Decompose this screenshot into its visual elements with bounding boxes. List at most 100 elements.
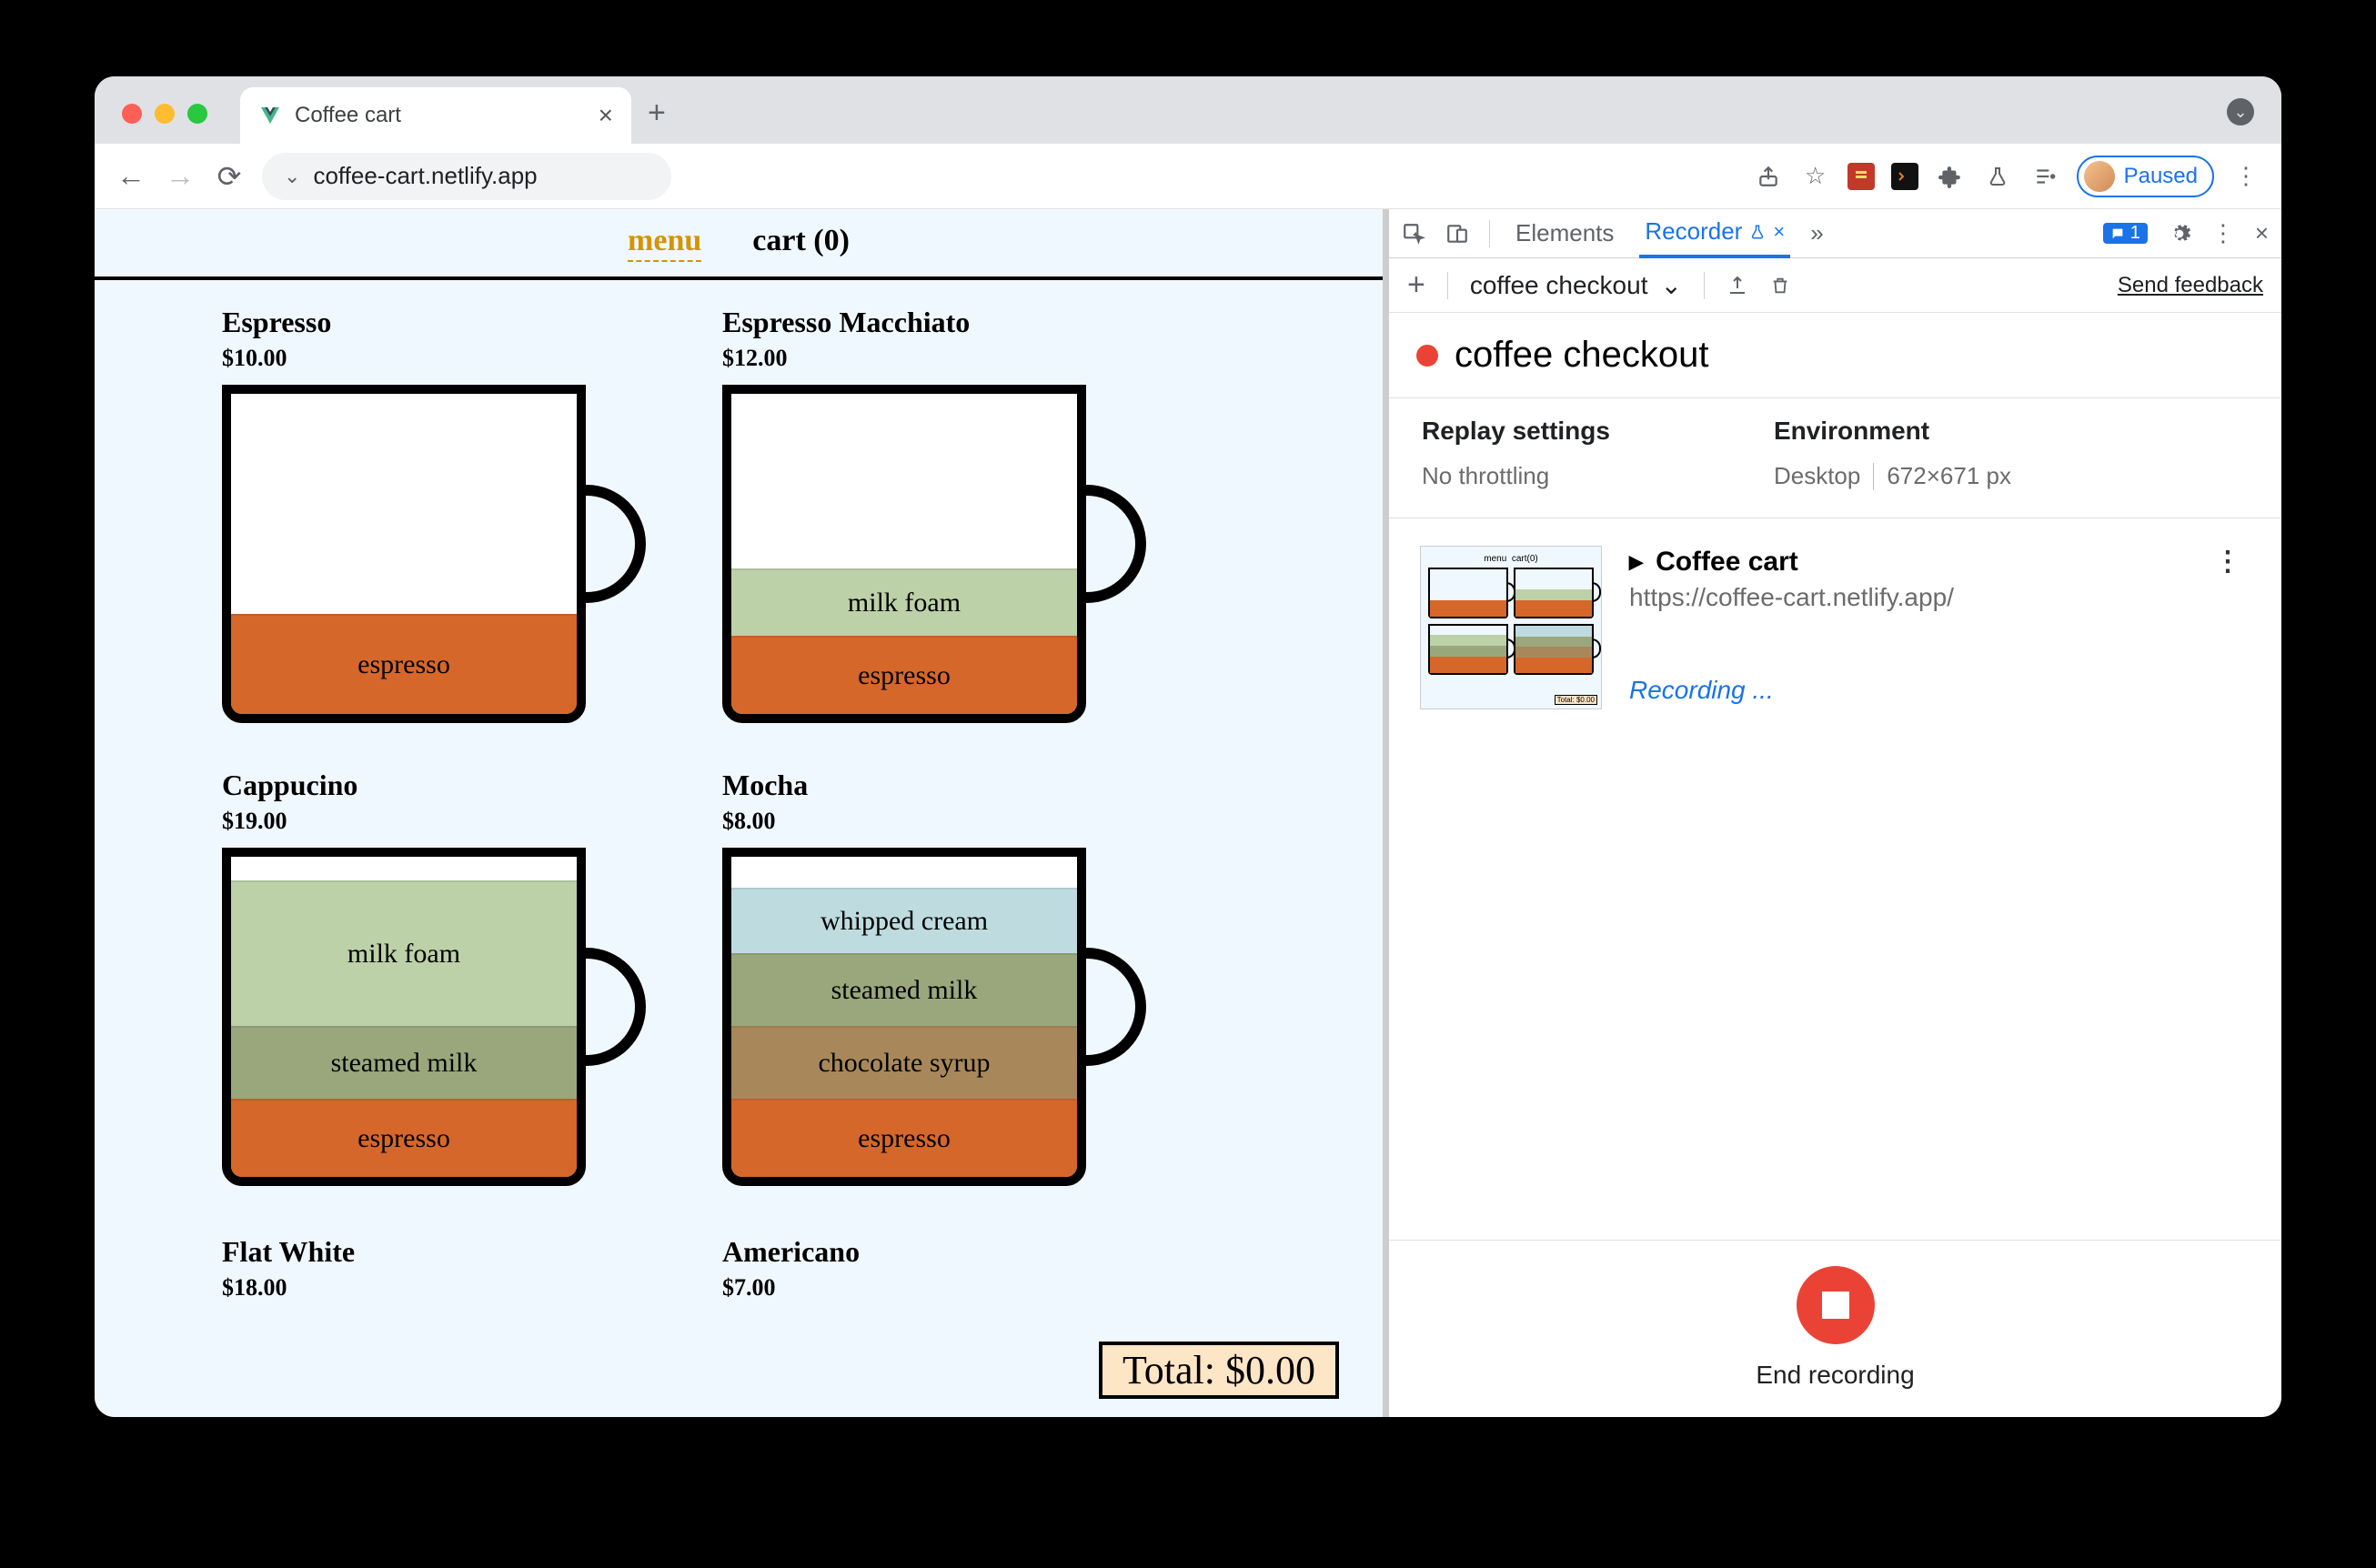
- step-url: https://coffee-cart.netlify.app/: [1629, 583, 2250, 612]
- bookmark-star-icon[interactable]: ☆: [1800, 161, 1831, 192]
- mug-body: espresso: [222, 385, 586, 723]
- coffee-item[interactable]: Flat White $18.00: [222, 1235, 622, 1302]
- step-thumbnail: menu cart(0) Total: $0.00: [1420, 546, 1602, 709]
- coffee-item[interactable]: Cappucino $19.00 milk foamsteamed milkes…: [222, 769, 622, 1186]
- window-controls: [113, 104, 216, 144]
- mug-graphic[interactable]: milk foamespresso: [722, 385, 1150, 723]
- browser-tab[interactable]: Coffee cart ×: [240, 87, 631, 144]
- nav-menu-link[interactable]: menu: [628, 224, 701, 262]
- mug-layer: milk foam: [231, 880, 577, 1026]
- tab-recorder-label: Recorder: [1645, 217, 1742, 246]
- address-bar[interactable]: ⌄ coffee-cart.netlify.app: [262, 153, 671, 200]
- gear-icon[interactable]: [2168, 222, 2191, 246]
- vue-favicon-icon: [258, 104, 282, 127]
- chevron-down-icon: ⌄: [1660, 270, 1681, 300]
- close-devtools-icon[interactable]: ×: [2255, 219, 2269, 247]
- step-title: Coffee cart: [1656, 547, 1798, 578]
- delete-icon[interactable]: [1770, 275, 1790, 297]
- chat-icon: [2110, 226, 2125, 241]
- stop-icon: [1822, 1292, 1849, 1319]
- item-price: $7.00: [722, 1274, 1123, 1302]
- item-name: Espresso: [222, 306, 622, 339]
- mug-graphic[interactable]: espresso: [222, 385, 649, 723]
- mug-body: whipped creamsteamed milkchocolate syrup…: [722, 848, 1086, 1186]
- replay-heading: Replay settings: [1422, 417, 1610, 446]
- app-nav: menu cart (0): [95, 209, 1383, 273]
- inspect-element-icon[interactable]: [1402, 222, 1425, 246]
- step-kebab-icon[interactable]: ⋮: [2205, 546, 2250, 578]
- tab-recorder[interactable]: Recorder ×: [1639, 208, 1790, 258]
- item-price: $19.00: [222, 808, 622, 835]
- mug-layer: espresso: [231, 1099, 577, 1177]
- mug-handle: [579, 948, 646, 1066]
- item-price: $10.00: [222, 345, 622, 372]
- back-button[interactable]: ←: [115, 159, 147, 193]
- step-body: ▸ Coffee cart ⋮ https://coffee-cart.netl…: [1629, 546, 2250, 709]
- coffee-item[interactable]: Mocha $8.00 whipped creamsteamed milkcho…: [722, 769, 1123, 1186]
- item-price: $18.00: [222, 1274, 622, 1302]
- flow-selector[interactable]: coffee checkout ⌄: [1470, 270, 1682, 300]
- mug-handle: [1079, 485, 1146, 603]
- mug-layer: chocolate syrup: [731, 1026, 1077, 1099]
- coffee-grid: Espresso $10.00 espresso Espresso Macchi…: [222, 306, 1383, 1302]
- nav-divider: [95, 276, 1383, 280]
- avatar: [2084, 161, 2115, 192]
- cart-total[interactable]: Total: $0.00: [1099, 1342, 1339, 1399]
- env-device[interactable]: Desktop: [1774, 462, 1860, 490]
- tab-close-icon[interactable]: ×: [1773, 220, 1785, 244]
- tab-strip: Coffee cart × + ⌄: [95, 76, 2281, 144]
- devtools-panel: Elements Recorder × » 1 ⋮ ×: [1383, 209, 2281, 1417]
- expand-triangle-icon[interactable]: ▸: [1629, 546, 1643, 578]
- item-name: Americano: [722, 1235, 1123, 1269]
- new-tab-button[interactable]: +: [648, 95, 666, 131]
- mug-handle: [579, 485, 646, 603]
- nav-cart-link[interactable]: cart (0): [752, 224, 850, 262]
- site-info-icon[interactable]: ⌄: [284, 165, 300, 188]
- kebab-menu-icon[interactable]: ⋮: [2211, 219, 2235, 247]
- tab-close-icon[interactable]: ×: [599, 101, 613, 130]
- labs-flask-icon: [1749, 224, 1766, 240]
- divider: [1704, 272, 1705, 299]
- mug-layer: steamed milk: [231, 1026, 577, 1099]
- end-recording-button[interactable]: [1797, 1266, 1875, 1344]
- kebab-menu-icon[interactable]: ⋮: [2230, 161, 2261, 192]
- mug-layer: whipped cream: [731, 888, 1077, 953]
- page-viewport: menu cart (0) Espresso $10.00 espresso E…: [95, 209, 1383, 1417]
- share-icon[interactable]: [1753, 161, 1784, 192]
- coffee-item[interactable]: Espresso $10.00 espresso: [222, 306, 622, 723]
- window-zoom-button[interactable]: [187, 104, 207, 124]
- labs-flask-icon[interactable]: [1982, 161, 2013, 192]
- window-close-button[interactable]: [122, 104, 142, 124]
- forward-button[interactable]: →: [164, 159, 196, 193]
- tab-search-icon[interactable]: ⌄: [2227, 98, 2254, 126]
- send-feedback-link[interactable]: Send feedback: [2118, 273, 2263, 298]
- reload-button[interactable]: ⟳: [213, 159, 246, 194]
- coffee-item[interactable]: Americano $7.00: [722, 1235, 1123, 1302]
- profile-chip[interactable]: Paused: [2077, 156, 2214, 197]
- extension-icon-terminal[interactable]: [1891, 163, 1918, 190]
- recorder-toolbar: + coffee checkout ⌄ Send feedback: [1389, 258, 2281, 313]
- export-icon[interactable]: [1727, 275, 1748, 297]
- extension-icon-red[interactable]: [1847, 163, 1875, 190]
- window-minimize-button[interactable]: [155, 104, 175, 124]
- device-toggle-icon[interactable]: [1445, 222, 1469, 246]
- mug-graphic[interactable]: whipped creamsteamed milkchocolate syrup…: [722, 848, 1150, 1186]
- reading-list-icon[interactable]: [2029, 161, 2060, 192]
- mug-handle: [1079, 948, 1146, 1066]
- profile-status: Paused: [2124, 164, 2198, 189]
- coffee-item[interactable]: Espresso Macchiato $12.00 milk foamespre…: [722, 306, 1123, 723]
- console-messages-badge[interactable]: 1: [2103, 223, 2148, 244]
- extensions-puzzle-icon[interactable]: [1935, 161, 1966, 192]
- mug-layer: espresso: [731, 1099, 1077, 1177]
- env-size[interactable]: 672×671 px: [1887, 462, 2011, 490]
- more-tabs-icon[interactable]: »: [1810, 219, 1823, 247]
- item-name: Mocha: [722, 769, 1123, 802]
- recording-step[interactable]: menu cart(0) Total: $0.00 ▸ Coffee cart …: [1389, 518, 2281, 737]
- divider: [1489, 220, 1490, 247]
- mug-graphic[interactable]: milk foamsteamed milkespresso: [222, 848, 649, 1186]
- tab-elements[interactable]: Elements: [1510, 210, 1619, 256]
- devtools-tabbar: Elements Recorder × » 1 ⋮ ×: [1389, 209, 2281, 258]
- tab-title: Coffee cart: [295, 103, 401, 128]
- new-recording-icon[interactable]: +: [1407, 267, 1425, 303]
- replay-value[interactable]: No throttling: [1422, 462, 1610, 490]
